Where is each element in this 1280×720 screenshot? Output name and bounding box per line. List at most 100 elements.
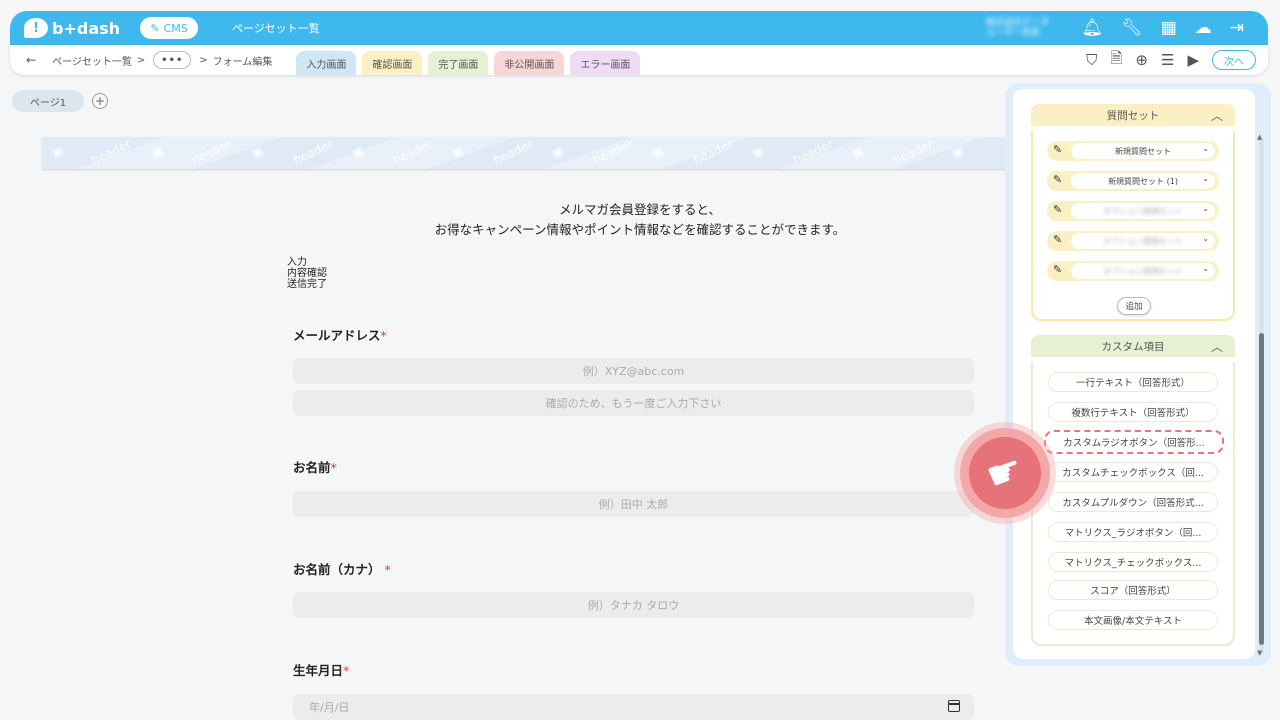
question-set-header[interactable]: 質問セット ︿ bbox=[1031, 104, 1235, 126]
banner-image-icon: ▣ bbox=[749, 143, 766, 161]
banner-image-icon: ▣ bbox=[549, 143, 566, 161]
question-set-item[interactable]: ✎ オプション質問セット ⌄ bbox=[1047, 231, 1219, 251]
chevron-down-icon: ⌄ bbox=[1202, 204, 1209, 213]
question-set-item[interactable]: ✎ オプション質問セット ⌄ bbox=[1047, 261, 1219, 281]
banner-image-icon: ▣ bbox=[149, 143, 166, 161]
birthdate-label: 生年月日* bbox=[293, 663, 350, 678]
tab-complete-screen[interactable]: 完了画面 bbox=[428, 51, 489, 75]
banner-image-icon: ▣ bbox=[949, 143, 966, 161]
banner-image-icon: ▣ bbox=[49, 143, 66, 161]
banner-word: header bbox=[189, 137, 234, 168]
question-set-item[interactable]: ✎ 新規質問セット ⌄ bbox=[1047, 141, 1219, 161]
custom-item-checkbox[interactable]: カスタムチェックボックス（回... bbox=[1048, 462, 1218, 482]
custom-item-pulldown[interactable]: カスタムプルダウン（回答形式... bbox=[1048, 492, 1218, 512]
add-circle-icon[interactable]: ⊕ bbox=[1135, 51, 1148, 69]
add-question-set-button[interactable]: 追加 bbox=[1117, 297, 1151, 315]
html-file-icon[interactable]: 🗎 bbox=[1110, 48, 1122, 73]
component-panel-inner: 質問セット ︿ ✎ 新規質問セット ⌄ ✎ 新規質問セット (1) ⌄ ✎ オプショ… bbox=[1013, 89, 1255, 659]
custom-item-matrix-radio[interactable]: マトリクス_ラジオボタン（回... bbox=[1048, 522, 1218, 542]
calendar-icon[interactable] bbox=[948, 700, 960, 712]
scroll-down-arrow-icon[interactable]: ▼ bbox=[1257, 649, 1262, 657]
top-bar: ! b+dash ✎ CMS ページセット一覧 株式会社データ ユーザー名前 🔔… bbox=[10, 11, 1268, 45]
pencil-icon[interactable]: ✎ bbox=[1053, 233, 1062, 246]
name-label: お名前* bbox=[293, 460, 337, 475]
banner-word: header bbox=[891, 137, 936, 168]
chat-icon[interactable]: ☁ bbox=[1195, 18, 1212, 38]
breadcrumb-more-button[interactable]: ••• bbox=[153, 51, 192, 69]
tab-private-screen[interactable]: 非公開画面 bbox=[494, 51, 565, 75]
tab-error-screen[interactable]: エラー画面 bbox=[570, 51, 641, 75]
chevron-up-icon[interactable]: ︿ bbox=[1211, 107, 1223, 124]
pencil-icon[interactable]: ✎ bbox=[1053, 173, 1062, 186]
banner-word: header bbox=[291, 137, 336, 168]
logo[interactable]: ! b+dash bbox=[24, 18, 120, 38]
breadcrumb-separator: > bbox=[136, 54, 146, 66]
logo-text: b+dash bbox=[52, 18, 121, 38]
pencil-icon[interactable]: ✎ bbox=[1053, 263, 1062, 276]
custom-item-score[interactable]: スコア（回答形式） bbox=[1048, 580, 1218, 600]
banner-word: header bbox=[89, 137, 134, 168]
breadcrumb-page-set-list[interactable]: ページセット一覧 bbox=[52, 53, 132, 68]
custom-item-body-image-text[interactable]: 本文画像/本文テキスト bbox=[1048, 610, 1218, 630]
tab-confirm-screen[interactable]: 確認画面 bbox=[362, 51, 423, 75]
settings-list-icon[interactable]: ☰ bbox=[1161, 51, 1174, 69]
kana-label: お名前（カナ） * bbox=[293, 562, 391, 577]
chevron-down-icon: ⌄ bbox=[1202, 144, 1209, 153]
custom-item-radio-button[interactable]: カスタムラジオボタン（回答形... bbox=[1044, 430, 1224, 454]
page-tab-1[interactable]: ページ1 bbox=[12, 90, 84, 112]
cms-button[interactable]: ✎ CMS bbox=[140, 17, 199, 39]
email-field[interactable]: 例）XYZ@abc.com bbox=[293, 358, 974, 384]
required-mark: * bbox=[343, 663, 350, 678]
tab-input-screen[interactable]: 入力画面 bbox=[296, 51, 357, 75]
custom-items-header[interactable]: カスタム項目 ︿ bbox=[1031, 335, 1235, 357]
question-set-item[interactable]: ✎ 新規質問セット (1) ⌄ bbox=[1047, 171, 1219, 191]
required-mark: * bbox=[380, 328, 387, 343]
bell-icon[interactable]: 🔔︎ bbox=[1082, 18, 1104, 38]
panel-scrollbar-thumb[interactable] bbox=[1259, 333, 1264, 645]
tutorial-pointer: ☛ bbox=[960, 428, 1050, 518]
kana-field[interactable]: 例）タナカ タロウ bbox=[293, 592, 974, 618]
banner-image-icon: ▣ bbox=[849, 143, 866, 161]
banner-word: header bbox=[691, 137, 736, 168]
shield-icon[interactable]: ⛉ bbox=[1086, 51, 1097, 69]
pencil-icon[interactable]: ✎ bbox=[1053, 143, 1062, 156]
question-set-select[interactable]: オプション質問セット ⌄ bbox=[1071, 203, 1215, 219]
chevron-up-icon[interactable]: ︿ bbox=[1211, 338, 1223, 355]
wrench-icon[interactable]: 🔧︎ bbox=[1121, 18, 1143, 38]
question-set-select[interactable]: 新規質問セット ⌄ bbox=[1071, 143, 1215, 159]
back-arrow-icon[interactable]: ← bbox=[26, 53, 36, 67]
custom-item-matrix-checkbox[interactable]: マトリクス_チェックボックス... bbox=[1048, 552, 1218, 572]
question-set-item[interactable]: ✎ オプション質問セット ⌄ bbox=[1047, 201, 1219, 221]
banner-image-icon: ▣ bbox=[349, 143, 366, 161]
pencil-icon[interactable]: ✎ bbox=[1053, 203, 1062, 216]
add-page-button[interactable]: + bbox=[92, 93, 108, 109]
email-confirm-field[interactable]: 確認のため、もう一度ご入力下さい bbox=[293, 390, 974, 416]
chevron-down-icon: ⌄ bbox=[1202, 174, 1209, 183]
custom-item-single-line-text[interactable]: 一行テキスト（回答形式） bbox=[1048, 372, 1218, 392]
header-banner[interactable]: ▣ header ▣ header ▣ header ▣ header ▣ he… bbox=[42, 137, 1012, 169]
name-field[interactable]: 例）田中 太郎 bbox=[293, 491, 974, 517]
grid-icon[interactable]: ▦ bbox=[1161, 18, 1177, 38]
scroll-up-arrow-icon[interactable]: ▲ bbox=[1257, 133, 1262, 141]
question-set-select[interactable]: 新規質問セット (1) ⌄ bbox=[1071, 173, 1215, 189]
required-mark: * bbox=[330, 460, 337, 475]
edit-icon: ✎ bbox=[150, 21, 160, 35]
cms-label: CMS bbox=[163, 21, 188, 35]
preview-play-icon[interactable]: ▶ bbox=[1187, 51, 1199, 69]
email-label: メールアドレス* bbox=[293, 328, 387, 343]
banner-image-icon: ▣ bbox=[249, 143, 266, 161]
question-set-select[interactable]: オプション質問セット ⌄ bbox=[1071, 233, 1215, 249]
user-info: 株式会社データ ユーザー名前 bbox=[986, 18, 1050, 38]
custom-item-multi-line-text[interactable]: 複数行テキスト（回答形式） bbox=[1048, 402, 1218, 422]
logo-icon: ! bbox=[24, 18, 48, 38]
banner-image-icon: ▣ bbox=[449, 143, 466, 161]
intro-text[interactable]: メルマガ会員登録をすると、 お得なキャンペーン情報やポイント情報などを確認するこ… bbox=[300, 200, 980, 240]
birthdate-field[interactable]: 年/月/日 bbox=[293, 694, 974, 720]
question-set-select[interactable]: オプション質問セット ⌄ bbox=[1071, 263, 1215, 279]
page-title: ページセット一覧 bbox=[232, 22, 320, 35]
chevron-down-icon: ⌄ bbox=[1202, 234, 1209, 243]
step-indicator[interactable]: 入力 内容確認 送信完了 bbox=[287, 257, 327, 290]
next-button[interactable]: 次へ bbox=[1212, 50, 1256, 70]
logout-icon[interactable]: ⇥ bbox=[1230, 18, 1244, 38]
banner-word: header bbox=[591, 137, 636, 168]
